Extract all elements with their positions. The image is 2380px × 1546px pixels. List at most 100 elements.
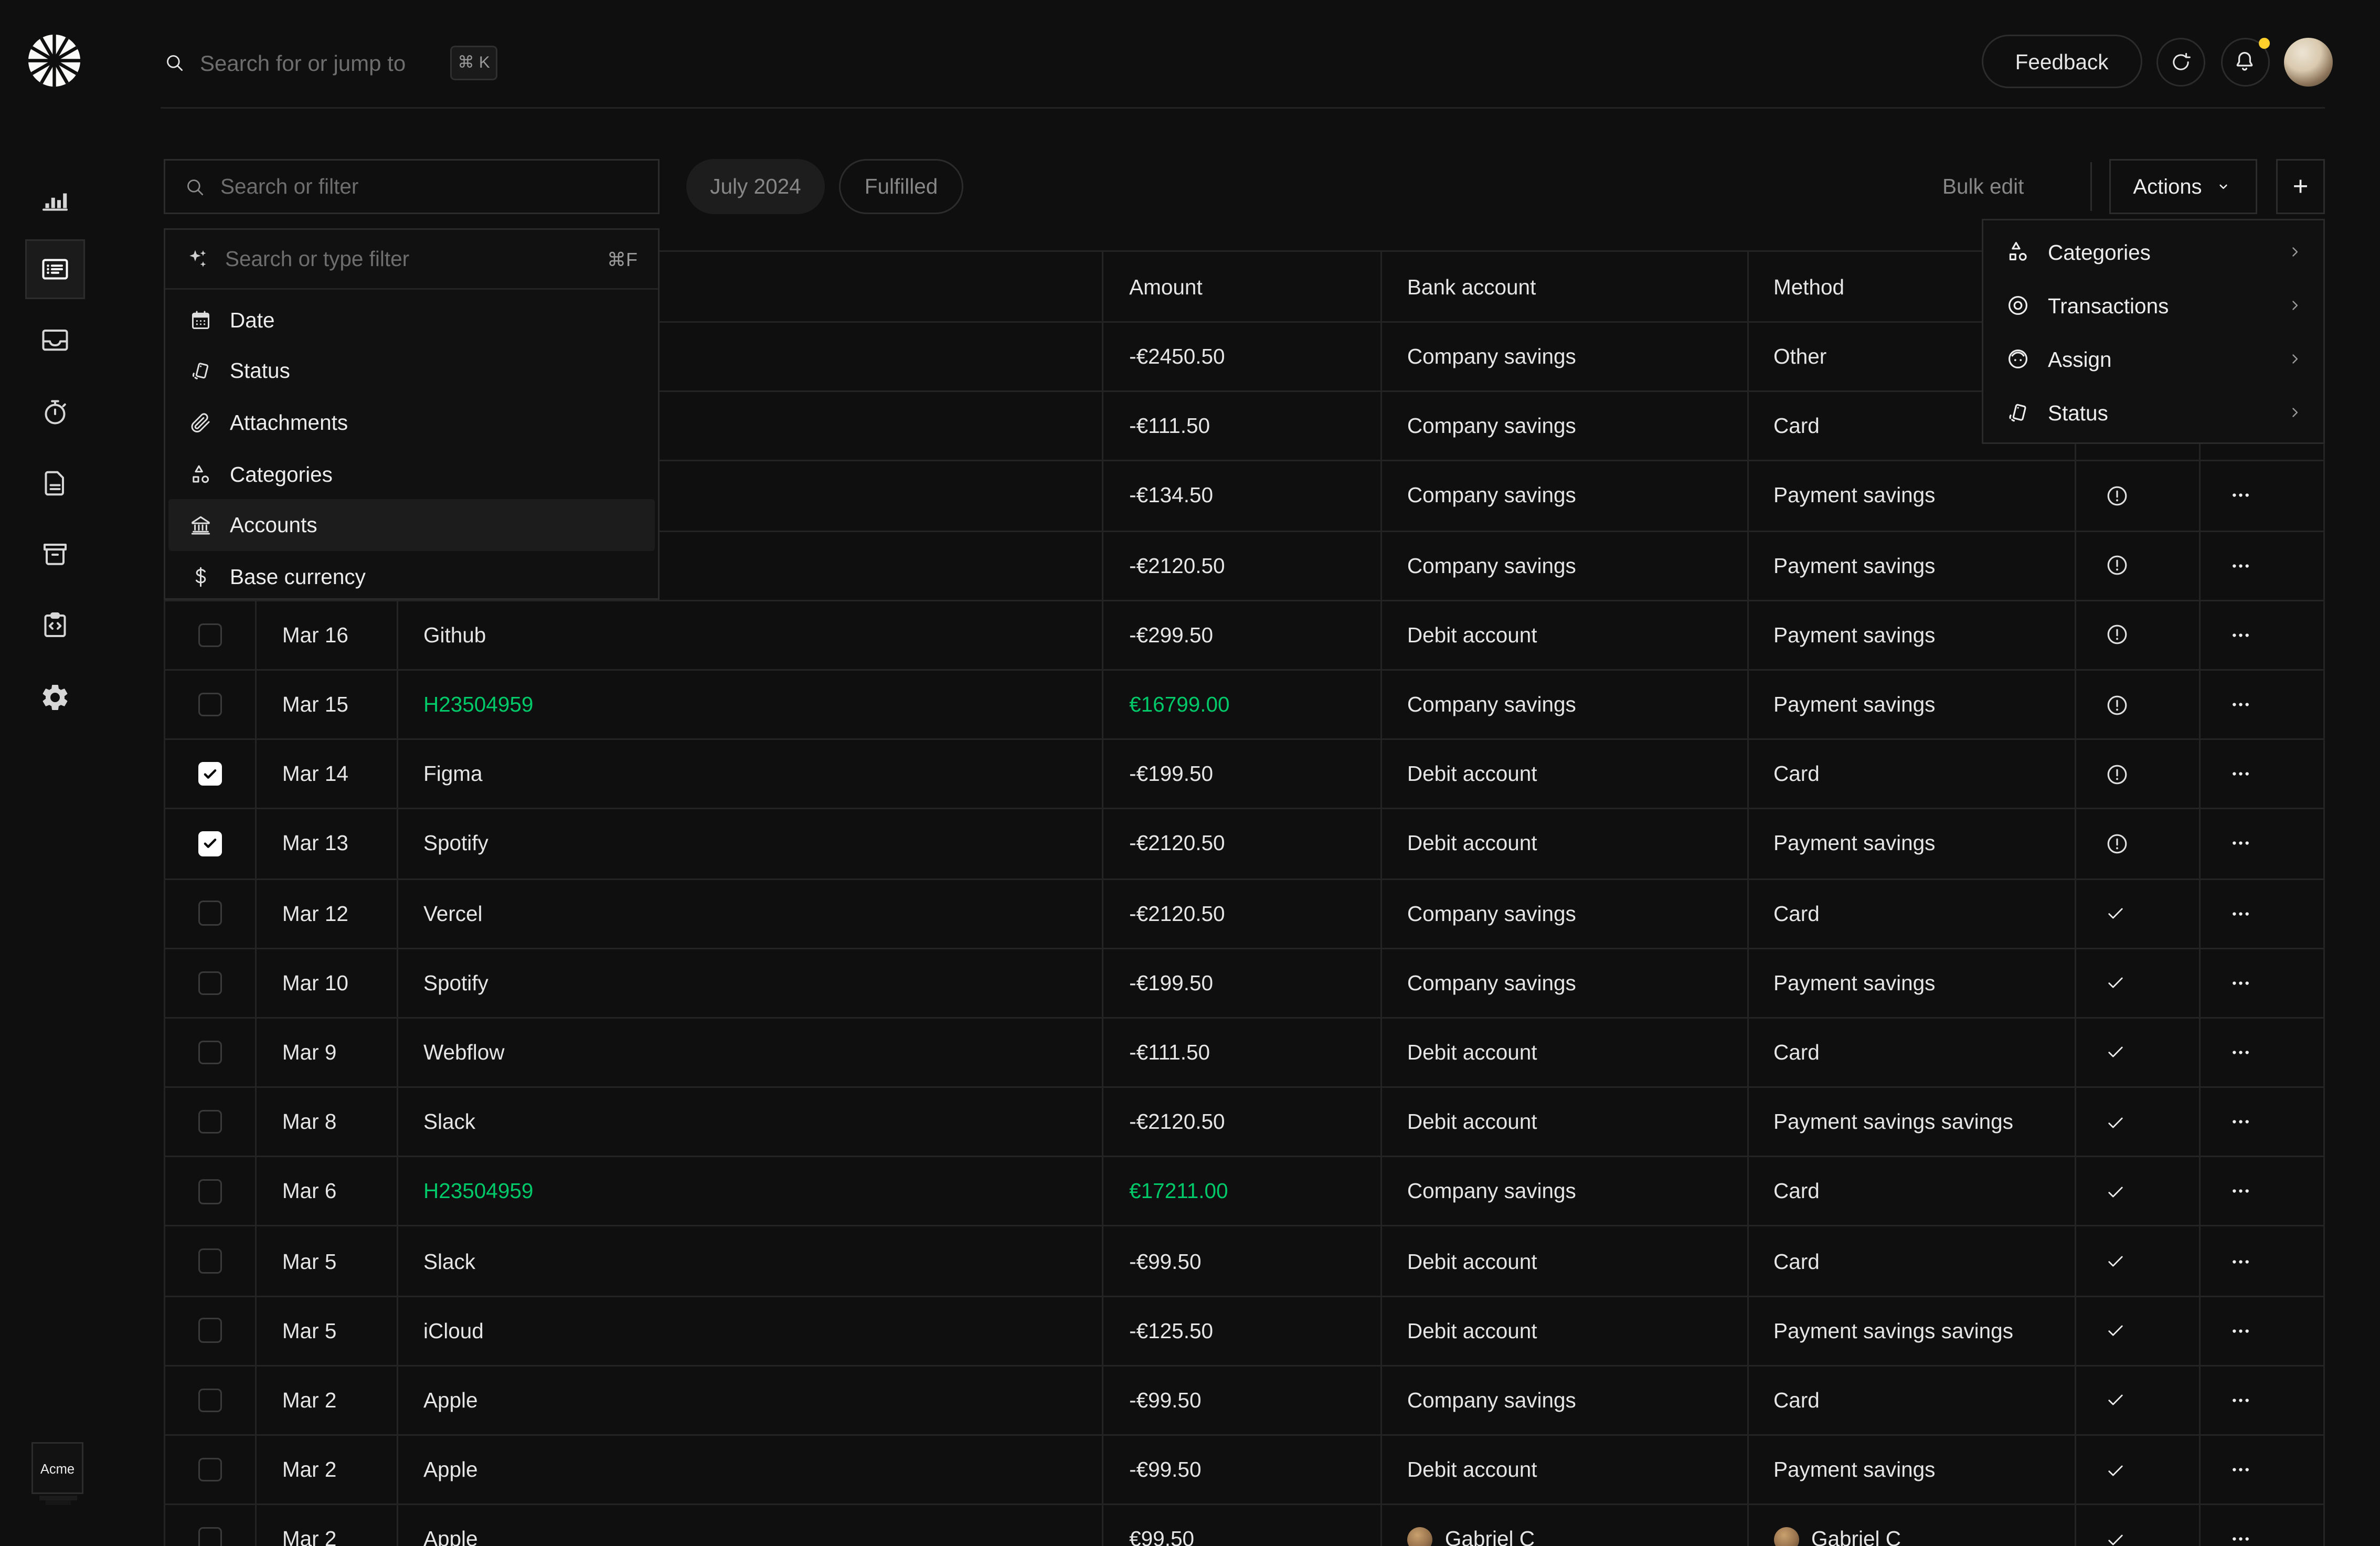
sidebar-item-overview[interactable]: [0, 162, 161, 234]
ellipsis-icon[interactable]: [2229, 1319, 2253, 1342]
table-row[interactable]: Mar 10Spotify-€199.50Company savingsPaym…: [165, 949, 2323, 1019]
user-avatar[interactable]: [2284, 37, 2333, 86]
filter-dropdown-input[interactable]: [225, 247, 591, 271]
team-switcher[interactable]: Acme: [31, 1442, 83, 1494]
table-row[interactable]: Mar 16Github-€299.50Debit accountPayment…: [165, 601, 2323, 671]
ellipsis-icon[interactable]: [2229, 1528, 2253, 1546]
row-checkbox[interactable]: [198, 831, 223, 856]
table-row[interactable]: Mar 12Vercel-€2120.50Company savingsCard: [165, 880, 2323, 949]
table-filter-search[interactable]: [164, 159, 660, 214]
sidebar-item-inbox[interactable]: [0, 305, 161, 376]
filter-menu-item-attachments[interactable]: Attachments: [168, 397, 655, 449]
row-checkbox[interactable]: [198, 623, 223, 648]
description-cell[interactable]: iCloud: [398, 1297, 1104, 1365]
filter-menu-item-base-currency[interactable]: Base currency: [168, 551, 655, 602]
ellipsis-icon[interactable]: [2229, 623, 2253, 647]
description-cell[interactable]: Webflow: [398, 1019, 1104, 1087]
table-row[interactable]: Mar 2Apple€99.50Gabriel CGabriel C: [165, 1506, 2323, 1546]
notifications-button[interactable]: [2220, 37, 2269, 86]
table-row[interactable]: Mar 9Webflow-€111.50Debit accountCard: [165, 1019, 2323, 1088]
status-cell: [2076, 1297, 2201, 1365]
global-search[interactable]: ⌘K: [164, 41, 497, 85]
bank-account-header-cell[interactable]: Bank account: [1382, 252, 1748, 321]
row-checkbox[interactable]: [198, 1110, 223, 1135]
ellipsis-icon[interactable]: [2229, 902, 2253, 925]
filter-menu-item-accounts[interactable]: Accounts: [168, 500, 655, 551]
amount-cell: -€2450.50: [1104, 323, 1382, 391]
table-row[interactable]: Mar 14Figma-€199.50Debit accountCard: [165, 740, 2323, 810]
row-checkbox[interactable]: [198, 1318, 223, 1343]
description-cell[interactable]: Spotify: [398, 949, 1104, 1017]
filter-pill-fulfilled[interactable]: Fulfilled: [839, 159, 963, 214]
table-row[interactable]: Mar 5Slack-€99.50Debit accountCard: [165, 1227, 2323, 1297]
actions-menu-item-categories[interactable]: Categories: [1983, 225, 2323, 279]
table-row[interactable]: Mar 8Slack-€2120.50Debit accountPayment …: [165, 1088, 2323, 1158]
sidebar-item-transactions[interactable]: [0, 234, 161, 305]
description-cell[interactable]: Slack: [398, 1227, 1104, 1295]
amount-header-cell[interactable]: Amount: [1104, 252, 1382, 321]
description-cell[interactable]: Vercel: [398, 880, 1104, 948]
bulk-edit-button[interactable]: Bulk edit: [1942, 159, 2024, 214]
ellipsis-icon[interactable]: [2229, 1041, 2253, 1064]
ellipsis-icon[interactable]: [2229, 832, 2253, 855]
filter-menu-item-date[interactable]: Date: [168, 294, 655, 346]
description-cell[interactable]: H23504959: [398, 671, 1104, 739]
description-cell[interactable]: Apple: [398, 1366, 1104, 1434]
filter-menu-item-status[interactable]: Status: [168, 346, 655, 397]
ellipsis-icon[interactable]: [2229, 1249, 2253, 1273]
table-row[interactable]: Mar 15H23504959€16799.00Company savingsP…: [165, 671, 2323, 740]
row-checkbox[interactable]: [198, 1527, 223, 1546]
global-search-input[interactable]: [200, 50, 436, 76]
ellipsis-icon[interactable]: [2229, 763, 2253, 786]
row-checkbox[interactable]: [198, 1388, 223, 1413]
row-checkbox[interactable]: [198, 1458, 223, 1483]
table-filter-input[interactable]: [220, 175, 567, 198]
table-row[interactable]: Mar 2Apple-€99.50Company savingsCard: [165, 1366, 2323, 1436]
ellipsis-icon[interactable]: [2229, 971, 2253, 994]
refresh-button[interactable]: [2156, 37, 2205, 86]
sidebar-item-invoices[interactable]: [0, 448, 161, 519]
filter-pill-july-2024[interactable]: July 2024: [686, 159, 825, 214]
row-checkbox[interactable]: [198, 1179, 223, 1204]
description-cell[interactable]: Apple: [398, 1506, 1104, 1546]
app-logo[interactable]: [27, 33, 82, 88]
table-row[interactable]: Mar 6H23504959€17211.00Company savingsCa…: [165, 1158, 2323, 1227]
row-checkbox[interactable]: [198, 692, 223, 717]
add-transaction-button[interactable]: +: [2276, 159, 2325, 214]
actions-menu-item-assign[interactable]: Assign: [1983, 332, 2323, 386]
row-checkbox[interactable]: [198, 901, 223, 926]
feedback-button[interactable]: Feedback: [1982, 35, 2142, 88]
actions-menu-item-transactions[interactable]: Transactions: [1983, 279, 2323, 332]
sidebar-item-tracker[interactable]: [0, 376, 161, 448]
status-cell: [2076, 1506, 2201, 1546]
bank-account-cell: Debit account: [1382, 1297, 1748, 1365]
actions-menu-item-status[interactable]: Status: [1983, 386, 2323, 439]
ellipsis-icon[interactable]: [2229, 554, 2253, 577]
row-checkbox[interactable]: [198, 1249, 223, 1274]
date-cell: Mar 13: [257, 810, 398, 878]
actions-button[interactable]: Actions: [2109, 159, 2257, 214]
table-row[interactable]: Mar 2Apple-€99.50Debit accountPayment sa…: [165, 1436, 2323, 1506]
ellipsis-icon[interactable]: [2229, 693, 2253, 716]
ellipsis-icon[interactable]: [2229, 1458, 2253, 1481]
description-cell[interactable]: Github: [398, 601, 1104, 669]
ellipsis-icon[interactable]: [2229, 1180, 2253, 1203]
description-cell[interactable]: Slack: [398, 1088, 1104, 1156]
sidebar-item-vault[interactable]: [0, 518, 161, 590]
table-row[interactable]: Mar 5iCloud-€125.50Debit accountPayment …: [165, 1297, 2323, 1367]
description-cell[interactable]: Apple: [398, 1436, 1104, 1504]
description-cell[interactable]: H23504959: [398, 1158, 1104, 1226]
sidebar-item-settings[interactable]: [0, 661, 161, 733]
row-checkbox[interactable]: [198, 1040, 223, 1065]
row-checkbox[interactable]: [198, 762, 223, 787]
description-cell[interactable]: Spotify: [398, 810, 1104, 878]
ellipsis-icon[interactable]: [2229, 1389, 2253, 1412]
ellipsis-icon[interactable]: [2229, 484, 2253, 507]
table-row[interactable]: Mar 13Spotify-€2120.50Debit accountPayme…: [165, 810, 2323, 880]
filter-dropdown-search[interactable]: ⌘F: [165, 230, 658, 290]
sidebar-item-apps[interactable]: [0, 590, 161, 661]
description-cell[interactable]: Figma: [398, 740, 1104, 808]
ellipsis-icon[interactable]: [2229, 1110, 2253, 1134]
row-checkbox[interactable]: [198, 971, 223, 996]
filter-menu-item-categories[interactable]: Categories: [168, 448, 655, 500]
